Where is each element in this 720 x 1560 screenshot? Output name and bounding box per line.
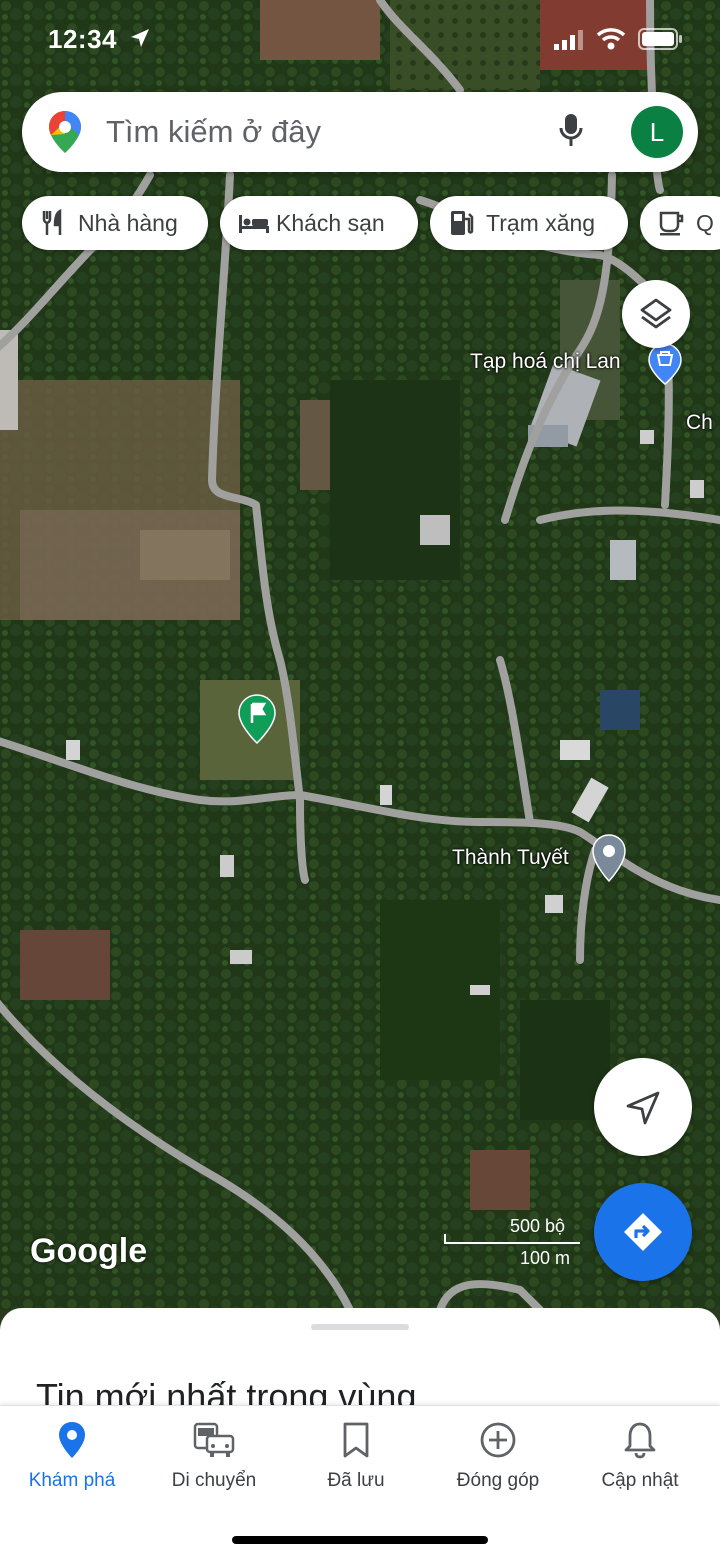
navigation-arrow-icon xyxy=(626,1091,660,1125)
tab-saved[interactable]: Đã lưu xyxy=(284,1420,428,1492)
battery-icon xyxy=(638,28,684,55)
chip-hotels[interactable]: Khách sạn xyxy=(220,196,418,250)
place-label-tap-hoa[interactable]: Tạp hoá chị Lan xyxy=(470,350,621,374)
chip-label: Khách sạn xyxy=(276,210,385,236)
tab-label: Khám phá xyxy=(28,1470,116,1491)
commute-icon xyxy=(142,1420,286,1460)
place-label-thanh-tuyet[interactable]: Thành Tuyết xyxy=(452,846,569,870)
status-bar: 12:34 xyxy=(0,0,720,80)
place-label-partial[interactable]: Ch xyxy=(686,411,713,435)
search-bar[interactable]: Tìm kiếm ở đây L xyxy=(22,92,698,172)
location-arrow-icon xyxy=(128,26,152,55)
sheet-drag-handle[interactable] xyxy=(311,1324,409,1330)
hotel-icon xyxy=(238,209,270,243)
google-maps-logo-icon xyxy=(48,110,82,159)
tab-label: Đóng góp xyxy=(456,1470,540,1491)
chip-coffee[interactable]: Q xyxy=(640,196,720,250)
signal-icon xyxy=(554,30,584,55)
directions-icon xyxy=(624,1213,662,1251)
explore-pin-icon xyxy=(0,1420,144,1460)
layers-button[interactable] xyxy=(622,280,690,348)
gas-station-icon xyxy=(448,209,476,243)
chip-label: Q xyxy=(696,210,714,236)
scale-imperial: 500 bộ xyxy=(510,1216,566,1236)
microphone-icon[interactable] xyxy=(558,112,584,155)
search-placeholder[interactable]: Tìm kiếm ở đây xyxy=(106,114,321,150)
chip-gas-stations[interactable]: Trạm xăng xyxy=(430,196,628,250)
bookmark-icon xyxy=(284,1420,428,1460)
tab-commute[interactable]: Di chuyển xyxy=(142,1420,286,1492)
directions-button[interactable] xyxy=(594,1183,692,1281)
bell-icon xyxy=(568,1420,712,1460)
restaurant-icon xyxy=(40,208,68,243)
tab-label: Đã lưu xyxy=(327,1470,385,1491)
scale-metric: 100 m xyxy=(520,1248,571,1268)
tab-label: Di chuyển xyxy=(171,1470,257,1491)
google-watermark: Google xyxy=(30,1232,148,1270)
layers-icon xyxy=(640,298,672,329)
status-time: 12:34 xyxy=(48,24,117,54)
home-indicator[interactable] xyxy=(232,1536,488,1544)
chip-label: Nhà hàng xyxy=(78,210,178,236)
tab-explore[interactable]: Khám phá xyxy=(0,1420,144,1492)
map-scale: 500 bộ 100 m xyxy=(440,1214,590,1274)
tab-updates[interactable]: Cập nhật xyxy=(568,1420,712,1492)
wifi-icon xyxy=(596,27,626,56)
chip-label: Trạm xăng xyxy=(486,210,596,236)
coffee-icon xyxy=(658,209,686,243)
chip-restaurants[interactable]: Nhà hàng xyxy=(22,196,208,250)
tab-label: Cập nhật xyxy=(601,1470,679,1491)
my-location-button[interactable] xyxy=(594,1058,692,1156)
add-circle-icon xyxy=(426,1420,570,1460)
tab-contribute[interactable]: Đóng góp xyxy=(426,1420,570,1492)
avatar[interactable]: L xyxy=(631,106,683,158)
